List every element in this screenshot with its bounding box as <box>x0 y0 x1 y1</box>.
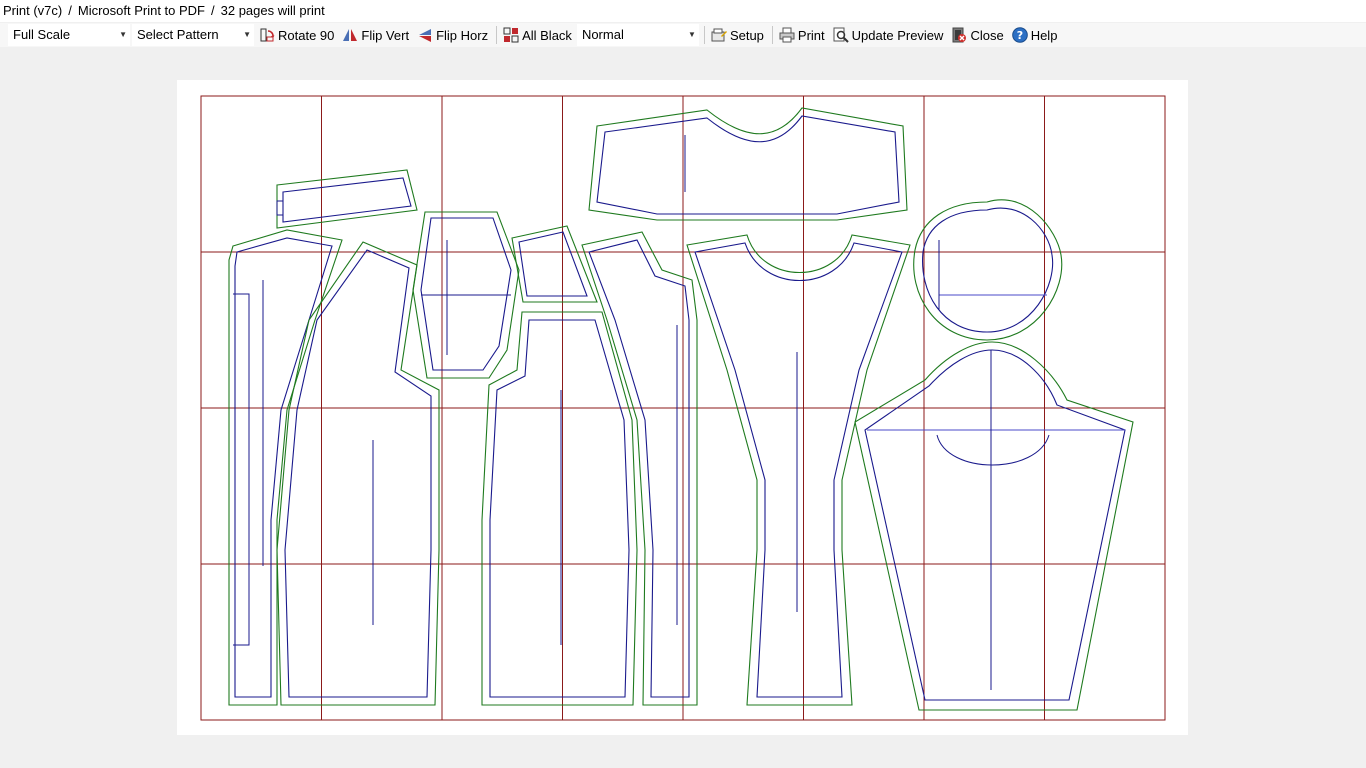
flip-vert-label: Flip Vert <box>361 27 410 43</box>
help-icon: ? <box>1011 27 1028 43</box>
pattern-preview-canvas <box>200 95 1166 721</box>
pattern-piece-side-upper <box>412 211 520 379</box>
all-black-label: All Black <box>522 27 572 43</box>
scale-select[interactable]: Full Scale ▼ <box>8 24 130 46</box>
flip-vert-button[interactable]: Flip Vert <box>339 24 412 46</box>
update-preview-button[interactable]: Update Preview <box>830 24 947 46</box>
pattern-piece-sleeve <box>854 341 1134 711</box>
pattern-piece-side-back <box>581 231 698 706</box>
print-button[interactable]: Print <box>776 24 828 46</box>
svg-text:?: ? <box>1016 29 1022 42</box>
close-door-icon <box>952 27 967 43</box>
all-black-button[interactable]: All Black <box>500 24 575 46</box>
close-label: Close <box>970 27 1004 43</box>
toolbar-divider <box>771 26 773 44</box>
chevron-down-icon: ▼ <box>119 30 127 39</box>
pattern-piece-front-center <box>276 241 440 706</box>
flip-horz-button[interactable]: Flip Horz <box>414 24 491 46</box>
flip-horizontal-icon <box>419 29 432 42</box>
title-bar: Print (v7c) / Microsoft Print to PDF / 32 pa… <box>0 0 1366 22</box>
app-title: Print (v7c) <box>3 3 63 18</box>
pattern-select[interactable]: Select Pattern ▼ <box>132 24 254 46</box>
page-tile-grid <box>200 95 1166 721</box>
mode-select[interactable]: Normal ▼ <box>576 24 699 46</box>
pattern-piece-back-main <box>686 234 911 706</box>
rotate-90-label: Rotate 90 <box>278 27 335 43</box>
printer-name: Microsoft Print to PDF <box>77 3 205 18</box>
toolbar-divider <box>703 26 705 44</box>
update-preview-label: Update Preview <box>851 27 944 43</box>
chevron-down-icon: ▼ <box>243 30 251 39</box>
setup-label: Setup <box>729 27 764 43</box>
chevron-down-icon: ▼ <box>688 30 696 39</box>
scale-select-value: Full Scale <box>13 27 71 42</box>
setup-icon <box>711 28 727 42</box>
help-label: Help <box>1030 27 1058 43</box>
rotate-icon <box>260 28 275 42</box>
print-label: Print <box>797 27 825 43</box>
toolbar: Full Scale ▼ Select Pattern ▼ Rotate 90 … <box>0 23 1366 47</box>
rotate-90-button[interactable]: Rotate 90 <box>256 24 337 46</box>
printer-icon <box>779 27 795 43</box>
flip-horz-label: Flip Horz <box>436 27 489 43</box>
title-separator: / <box>211 3 215 18</box>
toolbar-divider <box>496 26 498 44</box>
pattern-piece-sleeve-top <box>913 199 1063 341</box>
all-black-icon <box>503 27 519 43</box>
print-preview-page[interactable] <box>177 80 1188 735</box>
close-button[interactable]: Close <box>948 24 1006 46</box>
flip-vertical-icon <box>343 29 358 41</box>
page-count: 32 pages will print <box>220 3 325 18</box>
pattern-piece-collar <box>276 169 418 229</box>
title-separator: / <box>68 3 72 18</box>
setup-button[interactable]: Setup <box>708 24 767 46</box>
pattern-piece-front-left <box>228 229 343 706</box>
pattern-piece-yoke <box>588 107 908 221</box>
pattern-piece-back-side <box>481 225 638 706</box>
help-button[interactable]: ? Help <box>1009 24 1061 46</box>
mode-select-value: Normal <box>581 27 624 42</box>
pattern-select-value: Select Pattern <box>137 27 219 42</box>
preview-magnifier-icon <box>833 27 849 43</box>
